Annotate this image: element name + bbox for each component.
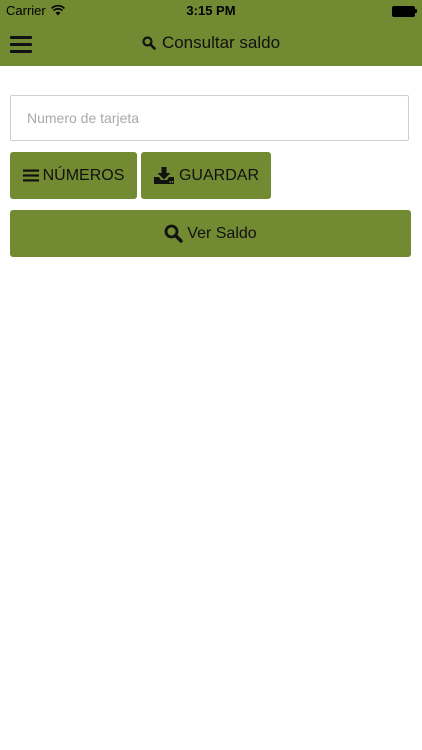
- card-number-input[interactable]: [10, 95, 409, 141]
- guardar-button-label: GUARDAR: [178, 166, 259, 184]
- header: Carrier 3:15 PM Consultar saldo: [0, 0, 422, 66]
- ver-saldo-button[interactable]: Ver Saldo: [10, 210, 411, 257]
- page-title-text: Consultar saldo: [161, 33, 281, 52]
- search-icon: [142, 36, 156, 50]
- status-bar: Carrier 3:15 PM: [0, 0, 422, 22]
- battery-icon: [392, 6, 417, 17]
- download-tray-icon: [153, 166, 175, 185]
- page-title: Consultar saldo: [0, 33, 422, 53]
- list-icon: [22, 169, 39, 182]
- app-screen: Carrier 3:15 PM Consultar saldo Numero d…: [0, 0, 422, 750]
- search-icon: [164, 224, 183, 243]
- nav-bar: Consultar saldo: [0, 22, 422, 66]
- numeros-button[interactable]: NÚMEROS: [10, 152, 137, 199]
- ver-saldo-button-label: Ver Saldo: [187, 224, 257, 242]
- guardar-button[interactable]: GUARDAR: [141, 152, 271, 199]
- status-time: 3:15 PM: [186, 3, 236, 18]
- numeros-button-label: NÚMEROS: [42, 166, 125, 184]
